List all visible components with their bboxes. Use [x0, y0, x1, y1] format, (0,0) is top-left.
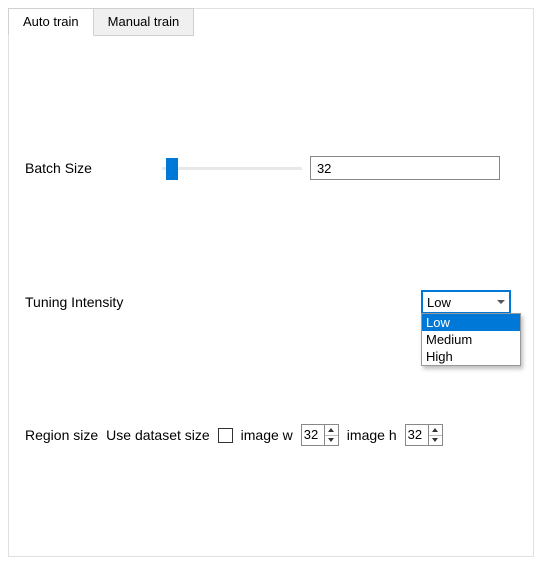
dropdown-list: Low Medium High	[421, 313, 521, 366]
image-h-spinner[interactable]: 32	[405, 424, 443, 446]
image-w-up[interactable]	[325, 425, 338, 435]
slider-thumb[interactable]	[166, 158, 178, 180]
tab-strip: Auto train Manual train	[8, 8, 533, 36]
arrow-down-icon	[432, 438, 438, 442]
use-dataset-size-label: Use dataset size	[106, 427, 210, 443]
image-w-label: image w	[241, 427, 293, 443]
image-h-down[interactable]	[429, 435, 442, 446]
arrow-up-icon	[328, 428, 334, 432]
tab-manual-train[interactable]: Manual train	[93, 8, 195, 36]
image-w-spinner[interactable]: 32	[301, 424, 339, 446]
batch-size-label: Batch Size	[25, 160, 92, 176]
image-w-down[interactable]	[325, 435, 338, 446]
dropdown-selected-text: Low	[427, 295, 451, 310]
dropdown-item-high[interactable]: High	[422, 348, 520, 365]
slider-track	[162, 167, 302, 170]
batch-size-input[interactable]	[310, 156, 500, 180]
image-w-value[interactable]: 32	[302, 425, 324, 445]
dropdown-button[interactable]: Low	[421, 290, 511, 314]
batch-size-slider[interactable]	[162, 158, 302, 178]
tab-auto-train[interactable]: Auto train	[8, 8, 94, 36]
arrow-down-icon	[328, 438, 334, 442]
tuning-intensity-row: Tuning Intensity Low Low Medium High	[25, 290, 517, 314]
image-h-up[interactable]	[429, 425, 442, 435]
dropdown-item-low[interactable]: Low	[422, 314, 520, 331]
region-size-label: Region size	[25, 427, 98, 443]
image-w-arrows	[324, 425, 338, 445]
tab-content: Batch Size Tuning Intensity Low Low Medi…	[9, 36, 533, 466]
tuning-intensity-dropdown[interactable]: Low Low Medium High	[421, 290, 511, 314]
image-h-arrows	[428, 425, 442, 445]
tuning-intensity-label: Tuning Intensity	[25, 294, 123, 310]
image-h-label: image h	[347, 427, 397, 443]
region-size-row: Region size Use dataset size image w 32 …	[25, 424, 517, 446]
dropdown-item-medium[interactable]: Medium	[422, 331, 520, 348]
image-h-value[interactable]: 32	[406, 425, 428, 445]
batch-size-row: Batch Size	[25, 156, 517, 180]
use-dataset-size-checkbox[interactable]	[218, 428, 233, 443]
settings-panel: Auto train Manual train Batch Size Tunin…	[8, 8, 534, 557]
arrow-up-icon	[432, 428, 438, 432]
chevron-down-icon	[497, 300, 505, 304]
